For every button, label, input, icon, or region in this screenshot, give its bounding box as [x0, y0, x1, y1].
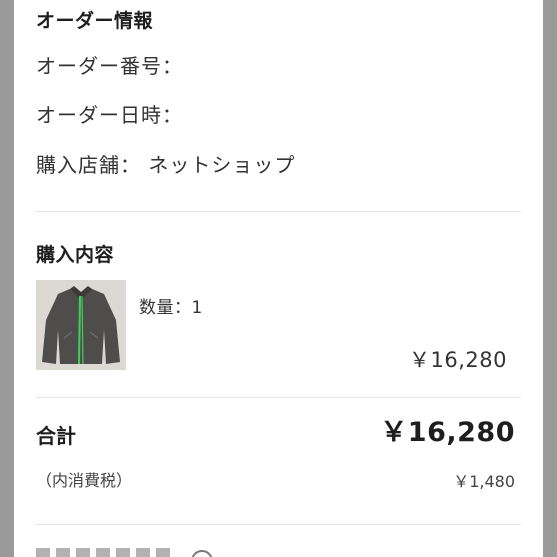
order-datetime-label: オーダー日時： [36, 103, 183, 127]
tax-label: （内消費税） [36, 471, 133, 490]
section-divider [36, 211, 521, 212]
order-detail-panel: オーダー情報 オーダー番号： オーダー日時： 購入店舗： ネットショップ 購入内… [14, 0, 543, 557]
total-label: 合計 [36, 424, 76, 448]
section-divider [36, 524, 521, 525]
order-number-label: オーダー番号： [36, 54, 183, 78]
purchase-heading: 購入内容 [36, 244, 115, 266]
tax-value: ￥1,480 [453, 472, 515, 491]
item-quantity: 数量：1 [139, 298, 203, 318]
next-section-peek [36, 548, 226, 557]
total-value: ￥16,280 [380, 417, 515, 448]
next-section-heading [36, 548, 176, 557]
jacket-photo-icon [36, 280, 126, 370]
store-row: 購入店舗： ネットショップ [36, 149, 295, 178]
section-divider [36, 397, 521, 398]
product-image[interactable] [36, 280, 126, 370]
item-price: ￥16,280 [409, 348, 507, 372]
store-label: 購入店舗： [36, 153, 141, 177]
order-info-heading: オーダー情報 [36, 10, 154, 32]
help-icon[interactable] [191, 550, 213, 557]
store-value: ネットショップ [148, 153, 296, 177]
